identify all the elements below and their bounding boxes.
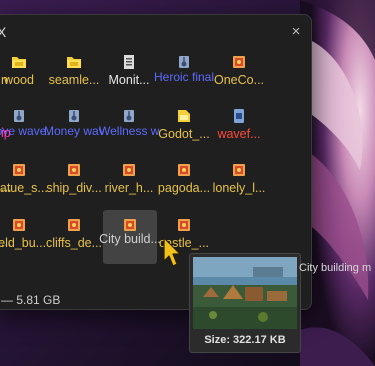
file-label: ship_div... [46, 181, 102, 195]
window-title: X [0, 24, 7, 40]
file-label: Heroic final m... [154, 71, 214, 84]
file-icon [10, 216, 28, 234]
file-tile[interactable]: ship_div... [46, 155, 102, 207]
file-icon [230, 107, 248, 125]
file-label: lonely_l... [212, 181, 266, 195]
file-size-label: Size: 322.17 KB [204, 334, 286, 346]
file-tile[interactable]: Godot_... [158, 101, 210, 153]
file-tile[interactable]: Money wave... [44, 101, 104, 153]
file-icon [120, 107, 138, 125]
file-icon [65, 161, 83, 179]
file-tile[interactable]: seamle... [48, 47, 100, 99]
file-label: City build... [99, 232, 161, 246]
close-button[interactable]: × [287, 23, 305, 41]
file-label: OneCo... [213, 73, 265, 87]
file-tile[interactable]: lonely_l... [213, 155, 265, 207]
file-tile[interactable]: City build... [99, 210, 161, 264]
file-icon [10, 107, 28, 125]
file-label: Money wave... [44, 125, 104, 138]
city-building-thumbnail [193, 257, 297, 329]
file-tile[interactable]: wavef... [213, 101, 265, 153]
file-tile[interactable]: cliffs_de... [46, 210, 102, 262]
file-label: Wellness wave... [99, 125, 159, 138]
file-icon [175, 216, 193, 234]
status-bar-size: — 5.81 GB [1, 293, 61, 307]
file-label: Monit... [108, 73, 150, 87]
file-label: wavef... [217, 127, 261, 141]
file-icon [175, 107, 193, 125]
file-label: Godot_... [158, 127, 210, 141]
cut-label-row4: ... [1, 235, 12, 249]
file-icon [65, 216, 83, 234]
file-icon [175, 53, 193, 71]
file-tile[interactable]: Monit... [103, 47, 155, 99]
file-icon [230, 161, 248, 179]
file-label: pagoda... [157, 181, 211, 195]
file-label: seamle... [48, 73, 100, 87]
cut-label-row3: ... [1, 180, 12, 194]
file-tile[interactable]: Wellness wave... [99, 101, 159, 153]
thumbnail-preview-tooltip: Size: 322.17 KB [189, 253, 301, 353]
file-icon [65, 53, 83, 71]
file-icon [65, 107, 83, 125]
file-tile[interactable]: Heroic final m... [154, 47, 214, 99]
file-label: cliffs_de... [45, 236, 103, 250]
file-tile[interactable]: river_h... [103, 155, 155, 207]
cut-label-row2: ip [1, 126, 11, 140]
cut-label-row1: n [1, 73, 8, 87]
file-icon [120, 161, 138, 179]
file-tile[interactable]: pagoda... [158, 155, 210, 207]
mouse-cursor-icon [163, 237, 181, 267]
file-tile[interactable]: OneCo... [213, 47, 265, 99]
file-icon [120, 53, 138, 71]
file-icon [10, 53, 28, 71]
file-label: river_h... [104, 181, 154, 195]
hover-file-title: City building m [299, 262, 372, 274]
file-icon [175, 161, 193, 179]
file-icon [10, 161, 28, 179]
file-icon [230, 53, 248, 71]
